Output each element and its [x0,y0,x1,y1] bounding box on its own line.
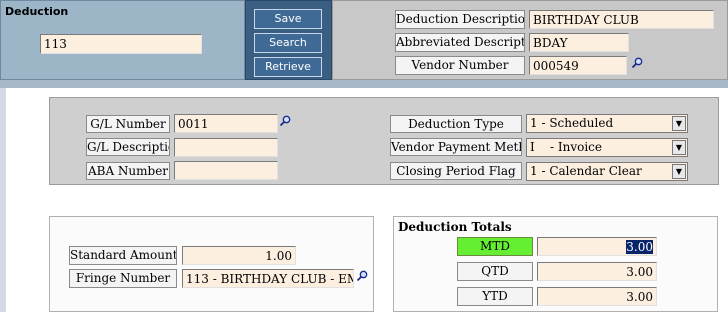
chevron-down-icon[interactable]: ▼ [672,140,686,155]
aba-number-field[interactable] [174,161,278,180]
save-button[interactable]: Save [254,9,322,29]
deduction-description-field[interactable]: BIRTHDAY CLUB [529,10,714,29]
qtd-label: QTD [457,262,533,281]
chevron-down-icon[interactable]: ▼ [672,164,686,179]
vendor-lookup-icon[interactable] [631,57,643,69]
standard-amount-field[interactable]: 1.00 [182,246,296,265]
description-panel: Deduction Description BIRTHDAY CLUB Abbr… [332,0,728,80]
gl-description-field[interactable] [174,138,278,157]
closing-period-flag-label: Closing Period Flag [390,162,522,180]
mtd-value: 3.00 [626,240,653,254]
gl-number-field[interactable]: 0011 [174,114,278,133]
gl-settings-panel: G/L Number 0011 G/L Description ABA Numb… [49,97,719,185]
aba-number-label: ABA Number [86,162,170,180]
search-button[interactable]: Search [254,33,322,53]
deduction-title: Deduction [5,5,69,18]
vendor-payment-method-select[interactable]: I - Invoice ▼ [526,138,688,157]
deduction-type-value: 1 - Scheduled [530,116,614,130]
vendor-payment-method-label: Vendor Payment Method [390,138,522,156]
abbreviated-description-label: Abbreviated Description [395,33,525,52]
action-toolbar: Save Search Retrieve [245,0,332,80]
ytd-field[interactable]: 3.00 [537,287,657,306]
abbreviated-description-field[interactable]: BDAY [529,33,629,52]
section-divider [0,80,728,88]
mtd-field[interactable]: 3.00 [537,237,657,256]
standard-amount-label: Standard Amount [69,246,177,265]
deduction-type-select[interactable]: 1 - Scheduled ▼ [526,114,688,133]
ytd-label: YTD [457,287,533,306]
amounts-panel: Standard Amount 1.00 Fringe Number 113 -… [49,216,374,312]
vendor-payment-method-value: I - Invoice [530,140,602,154]
fringe-number-field[interactable]: 113 - BIRTHDAY CLUB - EMPI [182,269,354,288]
closing-period-flag-value: 1 - Calendar Clear [530,164,642,178]
deduction-description-label: Deduction Description [395,10,525,29]
search-button-label: Search [269,36,307,49]
chevron-down-icon[interactable]: ▼ [672,116,686,131]
closing-period-flag-select[interactable]: 1 - Calendar Clear ▼ [526,162,688,181]
gl-lookup-icon[interactable] [279,115,291,127]
mtd-label[interactable]: MTD [457,237,533,256]
gl-description-label: G/L Description [86,138,170,156]
retrieve-button-label: Retrieve [265,60,311,73]
retrieve-button[interactable]: Retrieve [254,57,322,77]
fringe-lookup-icon[interactable] [356,270,368,282]
gl-number-label: G/L Number [86,115,170,133]
fringe-number-label: Fringe Number [69,269,177,288]
deduction-totals-title: Deduction Totals [398,220,512,234]
qtd-field[interactable]: 3.00 [537,262,657,281]
deduction-header-panel: Deduction 113 [0,0,245,80]
save-button-label: Save [274,12,302,25]
vendor-number-field[interactable]: 000549 [529,56,627,75]
deduction-type-label: Deduction Type [390,115,522,133]
deduction-code-field[interactable]: 113 [40,34,202,54]
deduction-totals-panel: Deduction Totals MTD 3.00 QTD 3.00 YTD 3… [393,216,718,312]
vendor-number-label: Vendor Number [395,56,525,75]
main-left-edge [0,88,6,312]
